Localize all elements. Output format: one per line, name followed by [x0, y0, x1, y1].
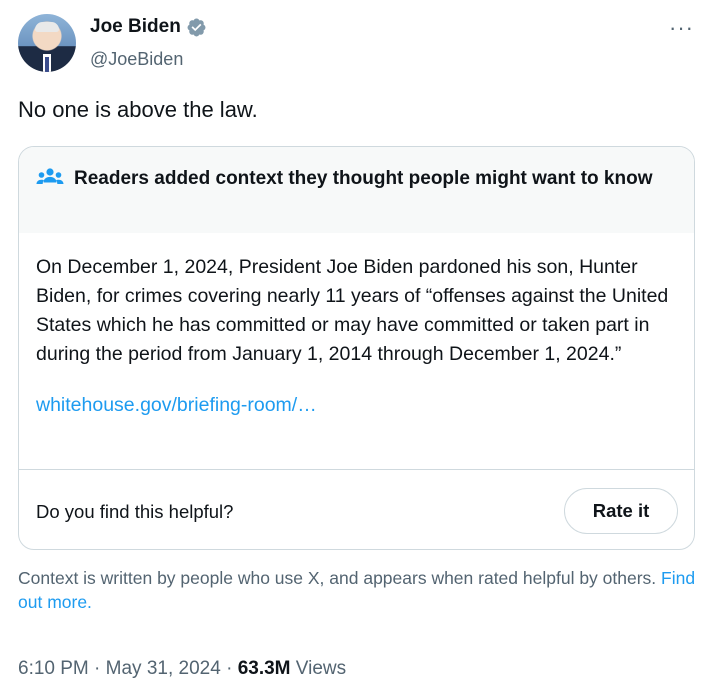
context-disclaimer: Context is written by people who use X, … [18, 566, 698, 614]
rate-it-button[interactable]: Rate it [564, 488, 678, 534]
avatar[interactable] [18, 14, 76, 72]
tweet-text: No one is above the law. [18, 97, 258, 122]
people-icon [36, 168, 64, 184]
tweet-time[interactable]: 6:10 PM [18, 658, 89, 679]
note-divider [19, 469, 694, 470]
community-note-header: Readers added context they thought peopl… [19, 147, 694, 233]
views-label: Views [295, 658, 347, 679]
community-note: Readers added context they thought peopl… [18, 146, 695, 550]
author-name-text[interactable]: Joe Biden [90, 15, 181, 39]
views-count: 63.3M [237, 658, 291, 679]
community-note-body: On December 1, 2024, President Joe Biden… [19, 233, 694, 420]
avatar-tie [45, 57, 49, 72]
source-link[interactable]: whitehouse.gov/briefing-room/… [36, 391, 674, 420]
helpful-prompt: Do you find this helpful? [36, 501, 234, 522]
author-name[interactable]: Joe Biden [90, 15, 207, 39]
meta-separator: · [94, 658, 101, 679]
author-handle[interactable]: @JoeBiden [90, 47, 183, 71]
avatar-hair [35, 22, 59, 32]
more-options-icon[interactable]: ··· [669, 17, 694, 39]
meta-separator-2: · [226, 658, 233, 679]
context-disclaimer-text: Context is written by people who use X, … [18, 568, 657, 588]
community-note-title: Readers added context they thought peopl… [74, 168, 653, 189]
verified-badge-icon [187, 18, 206, 36]
tweet-meta: 6:10 PM · May 31, 2024 · 63.3M Views [18, 656, 346, 682]
community-note-text: On December 1, 2024, President Joe Biden… [36, 256, 669, 365]
tweet-date[interactable]: May 31, 2024 [106, 658, 221, 679]
